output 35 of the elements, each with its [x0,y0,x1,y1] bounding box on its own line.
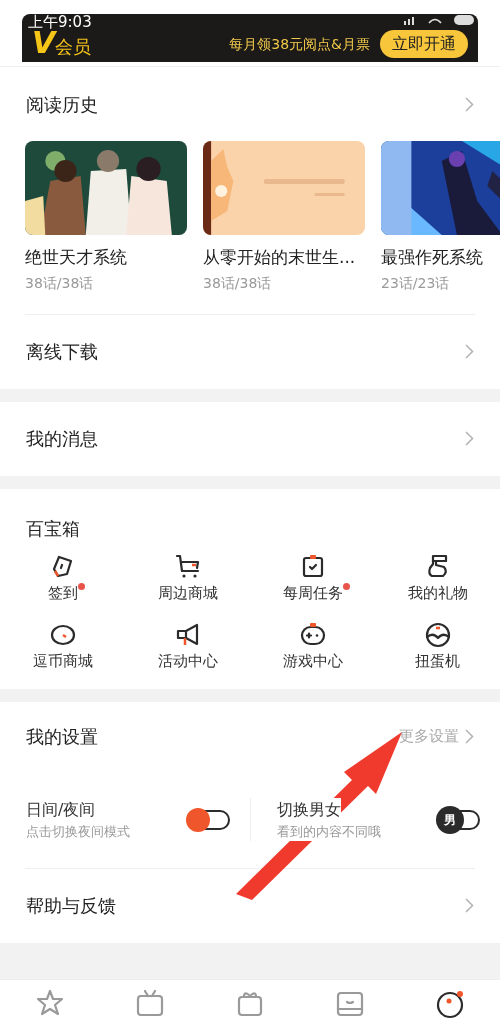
toolbox-item[interactable]: 每周任务 [250,551,375,604]
episode-count: 38话/38话 [25,273,95,293]
episode-count: 38话/38话 [203,273,273,293]
episode-count: 23话/23话 [381,273,451,293]
vip-label: 会员 [55,36,92,58]
activate-button[interactable]: 立即开通 [380,30,468,58]
signal-icon [404,15,416,25]
comic-title[interactable]: 最强作死系统 [381,245,500,271]
toolbox-item[interactable]: 活动中心 [125,620,250,673]
chevron-right-icon [465,898,474,913]
gamepad-icon [298,620,327,648]
toolbox-item[interactable]: 游戏中心 [250,620,375,673]
chevron-right-icon [465,344,474,359]
toolbox-item[interactable]: 周边商城 [125,551,250,604]
toolbox-item[interactable]: 逗币商城 [0,620,125,673]
setting-subtitle: 看到的内容不同哦 [276,821,381,842]
comic-title[interactable]: 从零开始的末世生... [203,245,365,271]
status-time: 上午9:03 [28,12,92,31]
promo-text: 每月领38元阅点&月票 [229,34,370,54]
toolbox-item[interactable]: 扭蛋机 [375,620,500,673]
chevron-right-icon [465,96,474,112]
chevron-right-icon [465,729,474,744]
capsule-icon [423,620,452,648]
toolbox-item[interactable]: 签到 [0,551,125,604]
setting-title: 切换男女 [276,797,341,822]
vip-banner[interactable]: 上午9:03 V会员 每月领38元阅点&月票 立即开通 [22,14,478,62]
face-icon [434,988,466,1020]
wifi-icon [428,16,442,24]
section-title: 我的设置 [26,725,98,749]
comic-title[interactable]: 绝世天才系统 [25,245,187,271]
chevron-right-icon [465,431,474,446]
battery-icon [454,15,474,25]
toolbox-item[interactable]: 我的礼物 [375,551,500,604]
vip-logo: V [32,28,56,58]
section-title: 百宝箱 [26,517,80,539]
